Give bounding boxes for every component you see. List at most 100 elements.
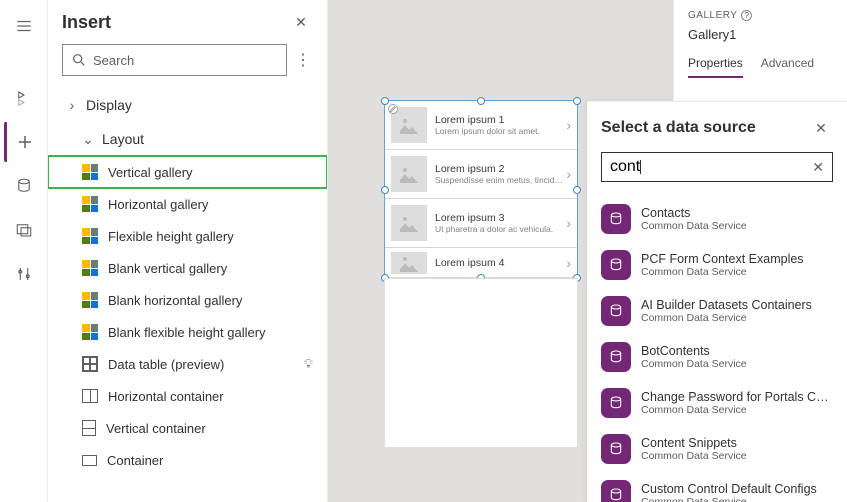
item-label: Horizontal gallery	[108, 197, 327, 212]
gallery-row[interactable]: Lorem ipsum 3Ut pharetra a dolor ac vehi…	[385, 199, 577, 248]
ds-sub: Common Data Service	[641, 266, 804, 278]
row-title: Lorem ipsum 3	[435, 212, 566, 224]
row-subtitle: Suspendisse enim metus, tincidunt	[435, 175, 566, 185]
resize-handle[interactable]	[573, 186, 581, 194]
item-horizontal-gallery[interactable]: Horizontal gallery	[48, 188, 327, 220]
image-placeholder-icon	[391, 156, 427, 192]
gallery-row[interactable]: Lorem ipsum 1Lorem ipsum dolor sit amet.…	[385, 101, 577, 150]
insert-panel: Insert ✕ ⋮ ›Display ⌄ Layout Vertical gal…	[48, 0, 328, 502]
item-data-table[interactable]: Data table (preview)💡︎	[48, 348, 327, 380]
close-icon[interactable]: ✕	[289, 10, 313, 34]
item-label: Flexible height gallery	[108, 229, 327, 244]
tab-advanced[interactable]: Advanced	[761, 56, 814, 78]
tree-view-icon[interactable]	[4, 78, 44, 118]
data-source-item[interactable]: Change Password for Portals ContactCommo…	[601, 380, 833, 426]
settings-tools-icon[interactable]	[4, 254, 44, 294]
row-title: Lorem ipsum 2	[435, 163, 566, 175]
data-icon[interactable]	[4, 166, 44, 206]
control-name: Gallery1	[688, 27, 833, 42]
dataverse-icon	[601, 480, 631, 502]
media-icon[interactable]	[4, 210, 44, 250]
gallery-control[interactable]: Lorem ipsum 1Lorem ipsum dolor sit amet.…	[384, 100, 578, 279]
canvas-whitespace	[384, 278, 578, 448]
data-source-item[interactable]: AI Builder Datasets ContainersCommon Dat…	[601, 288, 833, 334]
item-vertical-container[interactable]: Vertical container	[48, 412, 327, 444]
group-layout[interactable]: ⌄ Layout	[48, 122, 327, 156]
item-label: Blank vertical gallery	[108, 261, 327, 276]
ds-name: Custom Control Default Configs	[641, 482, 817, 496]
canvas[interactable]: Lorem ipsum 1Lorem ipsum dolor sit amet.…	[328, 0, 847, 502]
item-blank-horizontal-gallery[interactable]: Blank horizontal gallery	[48, 284, 327, 316]
item-label: Container	[107, 453, 327, 468]
item-container[interactable]: Container	[48, 444, 327, 476]
chevron-right-icon: ›	[66, 97, 78, 113]
ds-sub: Common Data Service	[641, 220, 747, 232]
clear-icon[interactable]: ✕	[812, 159, 824, 176]
image-placeholder-icon	[391, 205, 427, 241]
item-label: Blank flexible height gallery	[108, 325, 327, 340]
chevron-right-icon[interactable]: ›	[566, 215, 573, 231]
ds-sub: Common Data Service	[641, 450, 747, 462]
resize-handle[interactable]	[477, 97, 485, 105]
resize-handle[interactable]	[381, 186, 389, 194]
item-label: Data table (preview)	[108, 357, 294, 372]
ds-sub: Common Data Service	[641, 358, 747, 370]
item-label: Vertical gallery	[108, 165, 327, 180]
help-icon[interactable]: ?	[741, 10, 752, 21]
resize-handle[interactable]	[381, 97, 389, 105]
data-source-search[interactable]: cont ✕	[601, 152, 833, 182]
chevron-right-icon[interactable]: ›	[566, 166, 573, 182]
dataverse-icon	[601, 204, 631, 234]
dataverse-icon	[601, 388, 631, 418]
insert-search-input[interactable]	[93, 53, 278, 68]
more-icon[interactable]: ⋮	[293, 50, 313, 70]
search-icon	[71, 52, 87, 68]
ds-sub: Common Data Service	[641, 312, 812, 324]
dataverse-icon	[601, 296, 631, 326]
insert-title: Insert	[62, 12, 289, 33]
resize-handle[interactable]	[573, 97, 581, 105]
ds-name: Change Password for Portals Contact	[641, 390, 833, 404]
insert-tree: ›Display ⌄ Layout Vertical gallery Horizo…	[48, 84, 327, 476]
chevron-right-icon[interactable]: ›	[566, 117, 573, 133]
item-label: Vertical container	[106, 421, 327, 436]
ds-name: BotContents	[641, 344, 747, 358]
dataverse-icon	[601, 250, 631, 280]
item-label: Blank horizontal gallery	[108, 293, 327, 308]
ds-name: AI Builder Datasets Containers	[641, 298, 812, 312]
item-horizontal-container[interactable]: Horizontal container	[48, 380, 327, 412]
close-icon[interactable]: ✕	[809, 116, 833, 140]
ds-name: Content Snippets	[641, 436, 747, 450]
ds-sub: Common Data Service	[641, 404, 833, 416]
text-cursor	[640, 160, 641, 174]
group-layout-label: Layout	[102, 131, 144, 147]
dataverse-icon	[601, 342, 631, 372]
data-source-item[interactable]: BotContentsCommon Data Service	[601, 334, 833, 380]
data-source-list: ContactsCommon Data Service PCF Form Con…	[601, 196, 833, 502]
dataverse-icon	[601, 434, 631, 464]
edit-pencil-icon[interactable]	[388, 104, 398, 114]
item-vertical-gallery[interactable]: Vertical gallery	[48, 156, 327, 188]
item-blank-vertical-gallery[interactable]: Blank vertical gallery	[48, 252, 327, 284]
insert-icon[interactable]	[4, 122, 44, 162]
item-label: Horizontal container	[108, 389, 327, 404]
data-source-item[interactable]: Custom Control Default ConfigsCommon Dat…	[601, 472, 833, 502]
hamburger-icon[interactable]	[4, 6, 44, 46]
item-blank-flexible-gallery[interactable]: Blank flexible height gallery	[48, 316, 327, 348]
data-source-item[interactable]: PCF Form Context ExamplesCommon Data Ser…	[601, 242, 833, 288]
row-title: Lorem ipsum 4	[435, 257, 566, 269]
search-input-wrapper[interactable]	[62, 44, 287, 76]
search-value-text: cont	[610, 158, 640, 176]
gallery-row[interactable]: Lorem ipsum 2Suspendisse enim metus, tin…	[385, 150, 577, 199]
data-source-item[interactable]: Content SnippetsCommon Data Service	[601, 426, 833, 472]
chevron-right-icon[interactable]: ›	[566, 255, 573, 271]
control-type-label: GALLERY	[688, 10, 737, 21]
properties-header: GALLERY? Gallery1 Properties Advanced	[673, 0, 847, 101]
item-flexible-height-gallery[interactable]: Flexible height gallery	[48, 220, 327, 252]
tab-properties[interactable]: Properties	[688, 56, 743, 78]
data-source-item[interactable]: ContactsCommon Data Service	[601, 196, 833, 242]
group-display[interactable]: ›Display	[48, 88, 327, 122]
ds-sub: Common Data Service	[641, 496, 817, 502]
data-source-panel: Select a data source ✕ cont ✕ ContactsCo…	[587, 101, 847, 502]
chevron-down-icon: ⌄	[82, 131, 94, 148]
